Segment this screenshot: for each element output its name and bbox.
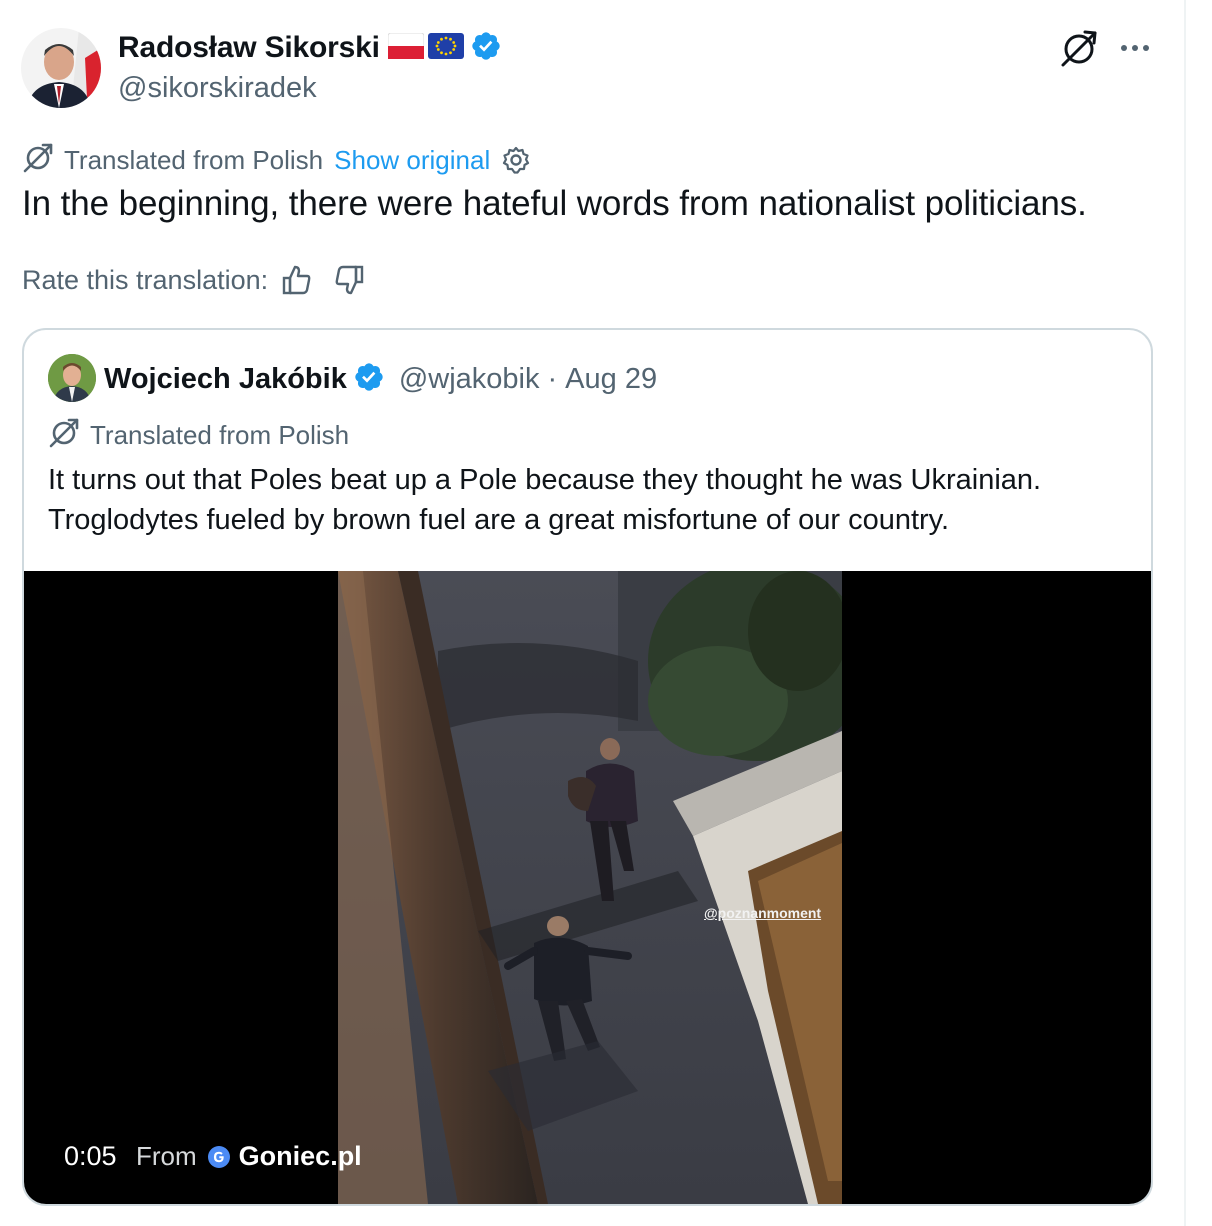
author-handle[interactable]: @sikorskiradek (118, 72, 317, 105)
thumbs-up-icon[interactable] (280, 263, 314, 297)
quoted-tweet-text: It turns out that Poles beat up a Pole b… (48, 460, 1138, 540)
translation-bar: Translated from Polish Show original (22, 142, 532, 178)
quoted-translation-label: Translated from Polish (90, 419, 350, 450)
author-name-row: Radosław Sikorski (118, 30, 502, 66)
show-original-link[interactable]: Show original (334, 145, 490, 176)
author-display-name[interactable]: Radosław Sikorski (118, 31, 380, 65)
quoted-translation-bar: Translated from Polish (48, 418, 349, 452)
author-avatar[interactable] (21, 28, 101, 108)
quoted-date[interactable]: Aug 29 (565, 363, 657, 396)
poland-flag-icon (387, 32, 425, 64)
translation-label: Translated from Polish (64, 144, 324, 175)
video-source[interactable]: From Goniec.pl (136, 1141, 362, 1172)
quoted-text-line: Troglodytes fueled by brown fuel are a g… (48, 504, 950, 536)
video-watermark: @poznanmoment (704, 905, 822, 921)
translate-icon (48, 417, 80, 454)
video-duration: 0:05 (64, 1141, 117, 1171)
quoted-author-avatar[interactable] (48, 354, 96, 402)
translate-icon (22, 142, 54, 179)
video-player[interactable]: @poznanmoment 0:05 From Goniec.pl (24, 571, 1151, 1204)
header-separator: · (547, 362, 558, 395)
quoted-header: Wojciech Jakóbik @wjakobik · Aug 29 (104, 360, 657, 398)
video-from-label: From (136, 1141, 197, 1171)
rate-translation-label: Rate this translation: (22, 264, 269, 295)
quoted-author-handle[interactable]: @wjakobik (399, 363, 540, 396)
video-frame (338, 571, 842, 1204)
translate-icon[interactable] (1058, 28, 1100, 70)
quoted-text-line: It turns out that Poles beat up a Pole b… (48, 464, 1042, 496)
thumbs-down-icon[interactable] (332, 263, 366, 297)
quoted-tweet-card[interactable]: Wojciech Jakóbik @wjakobik · Aug 29 Tran… (22, 328, 1153, 1206)
column-divider (1184, 0, 1186, 1226)
quoted-author-name[interactable]: Wojciech Jakóbik (104, 363, 347, 396)
video-source-name[interactable]: Goniec.pl (239, 1141, 362, 1172)
verified-badge-icon[interactable] (353, 361, 385, 398)
eu-flag-icon (427, 32, 464, 64)
rate-translation-row: Rate this translation: (22, 262, 366, 298)
more-options-icon[interactable] (1118, 36, 1154, 60)
settings-icon[interactable] (500, 144, 532, 176)
verified-badge-icon[interactable] (470, 30, 502, 67)
tweet-text: In the beginning, there were hateful wor… (22, 184, 1087, 223)
google-g-icon (207, 1145, 231, 1169)
